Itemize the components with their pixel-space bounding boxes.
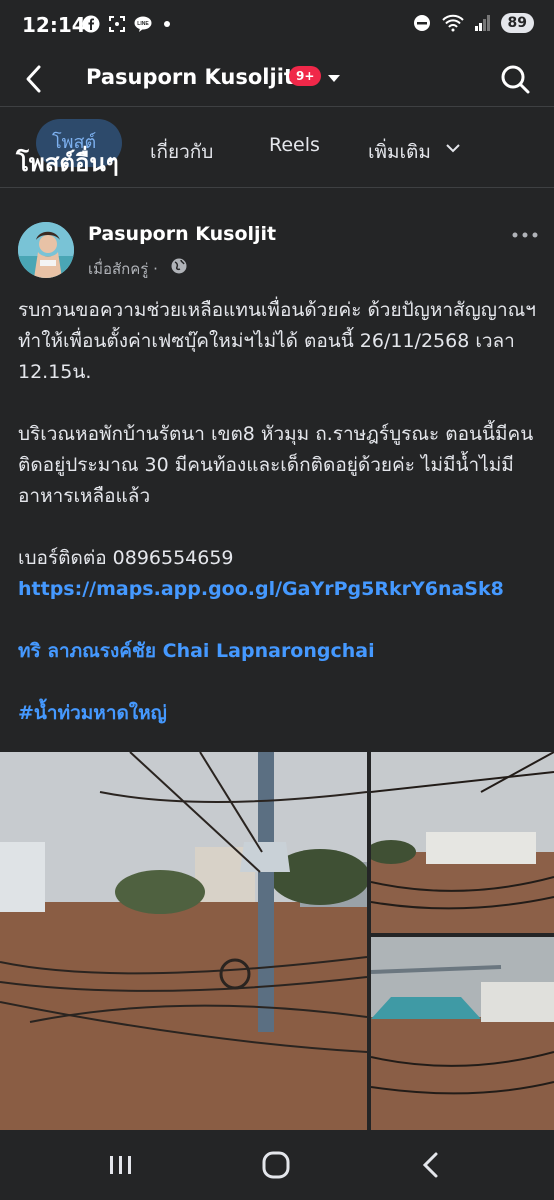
system-icons: 89 — [413, 13, 534, 33]
line-app-icon: LINE — [134, 16, 152, 32]
post-header: Pasuporn Kusoljit เมื่อสักครู่ · — [0, 205, 554, 285]
tab-reels[interactable]: Reels — [269, 134, 320, 156]
back-arrow-icon[interactable] — [18, 62, 52, 96]
tab-about[interactable]: เกี่ยวกับ — [150, 137, 213, 167]
tab-more[interactable]: เพิ่มเติม — [368, 137, 431, 167]
status-bar: 12:14 LINE 89 — [0, 0, 554, 52]
post-paragraph-2: บริเวณหอพักบ้านรัตนา เขต8 หัวมุม ถ.ราษฎร… — [18, 423, 534, 507]
avatar-photo — [18, 222, 74, 278]
do-not-disturb-icon — [413, 15, 430, 31]
avatar[interactable] — [18, 222, 74, 278]
post-text: รบกวนขอความช่วยเหลือแทนเพื่อนด้วยค่ะ ด้ว… — [18, 295, 538, 729]
back-nav-icon[interactable] — [414, 1148, 450, 1182]
flood-photo-main[interactable] — [0, 752, 367, 1130]
facebook-icon — [82, 15, 100, 33]
screenshot-icon — [109, 16, 125, 32]
photo-gallery — [0, 752, 554, 1130]
notification-badge: 9+ — [289, 66, 322, 86]
post-author[interactable]: Pasuporn Kusoljit — [88, 223, 276, 245]
caret-down-icon[interactable] — [326, 72, 342, 84]
signal-icon — [474, 15, 490, 31]
svg-text:LINE: LINE — [137, 21, 149, 27]
search-icon[interactable] — [498, 62, 532, 96]
status-time: 12:14 — [22, 13, 86, 37]
other-posts-heading: โพสต์อื่นๆ — [16, 149, 119, 177]
wifi-icon — [441, 14, 464, 32]
phone-contact: เบอร์ติดต่อ 0896554659 — [18, 547, 234, 569]
flood-photo-3[interactable] — [371, 937, 554, 1130]
profile-header: Pasuporn Kusoljit 9+ — [0, 52, 554, 107]
battery-indicator: 89 — [500, 13, 534, 33]
profile-name-title[interactable]: Pasuporn Kusoljit — [86, 65, 294, 89]
system-navigation-bar — [0, 1130, 554, 1200]
post-paragraph-1: รบกวนขอความช่วยเหลือแทนเพื่อนด้วยค่ะ ด้ว… — [18, 299, 536, 383]
home-icon[interactable] — [258, 1148, 294, 1182]
hashtag-link[interactable]: #น้ำท่วมหาดใหญ่ — [18, 698, 538, 729]
recent-apps-icon[interactable] — [102, 1148, 138, 1182]
profile-tabs: โพสต์ โพสต์อื่นๆ เกี่ยวกับ Reels เพิ่มเต… — [0, 107, 554, 188]
post-timestamp[interactable]: เมื่อสักครู่ · — [88, 257, 158, 281]
more-dots-icon[interactable] — [510, 225, 540, 245]
maps-link[interactable]: https://maps.app.goo.gl/GaYrPg5RkrY6naSk… — [18, 574, 538, 605]
flood-photo-2[interactable] — [371, 752, 554, 933]
notification-icons: LINE — [82, 15, 170, 33]
more-notifications-dot — [164, 21, 170, 27]
mention-link[interactable]: ทริ ลาภณรงค์ชัย Chai Lapnarongchai — [18, 636, 538, 667]
chevron-down-icon[interactable] — [446, 143, 460, 153]
globe-icon — [171, 258, 187, 274]
